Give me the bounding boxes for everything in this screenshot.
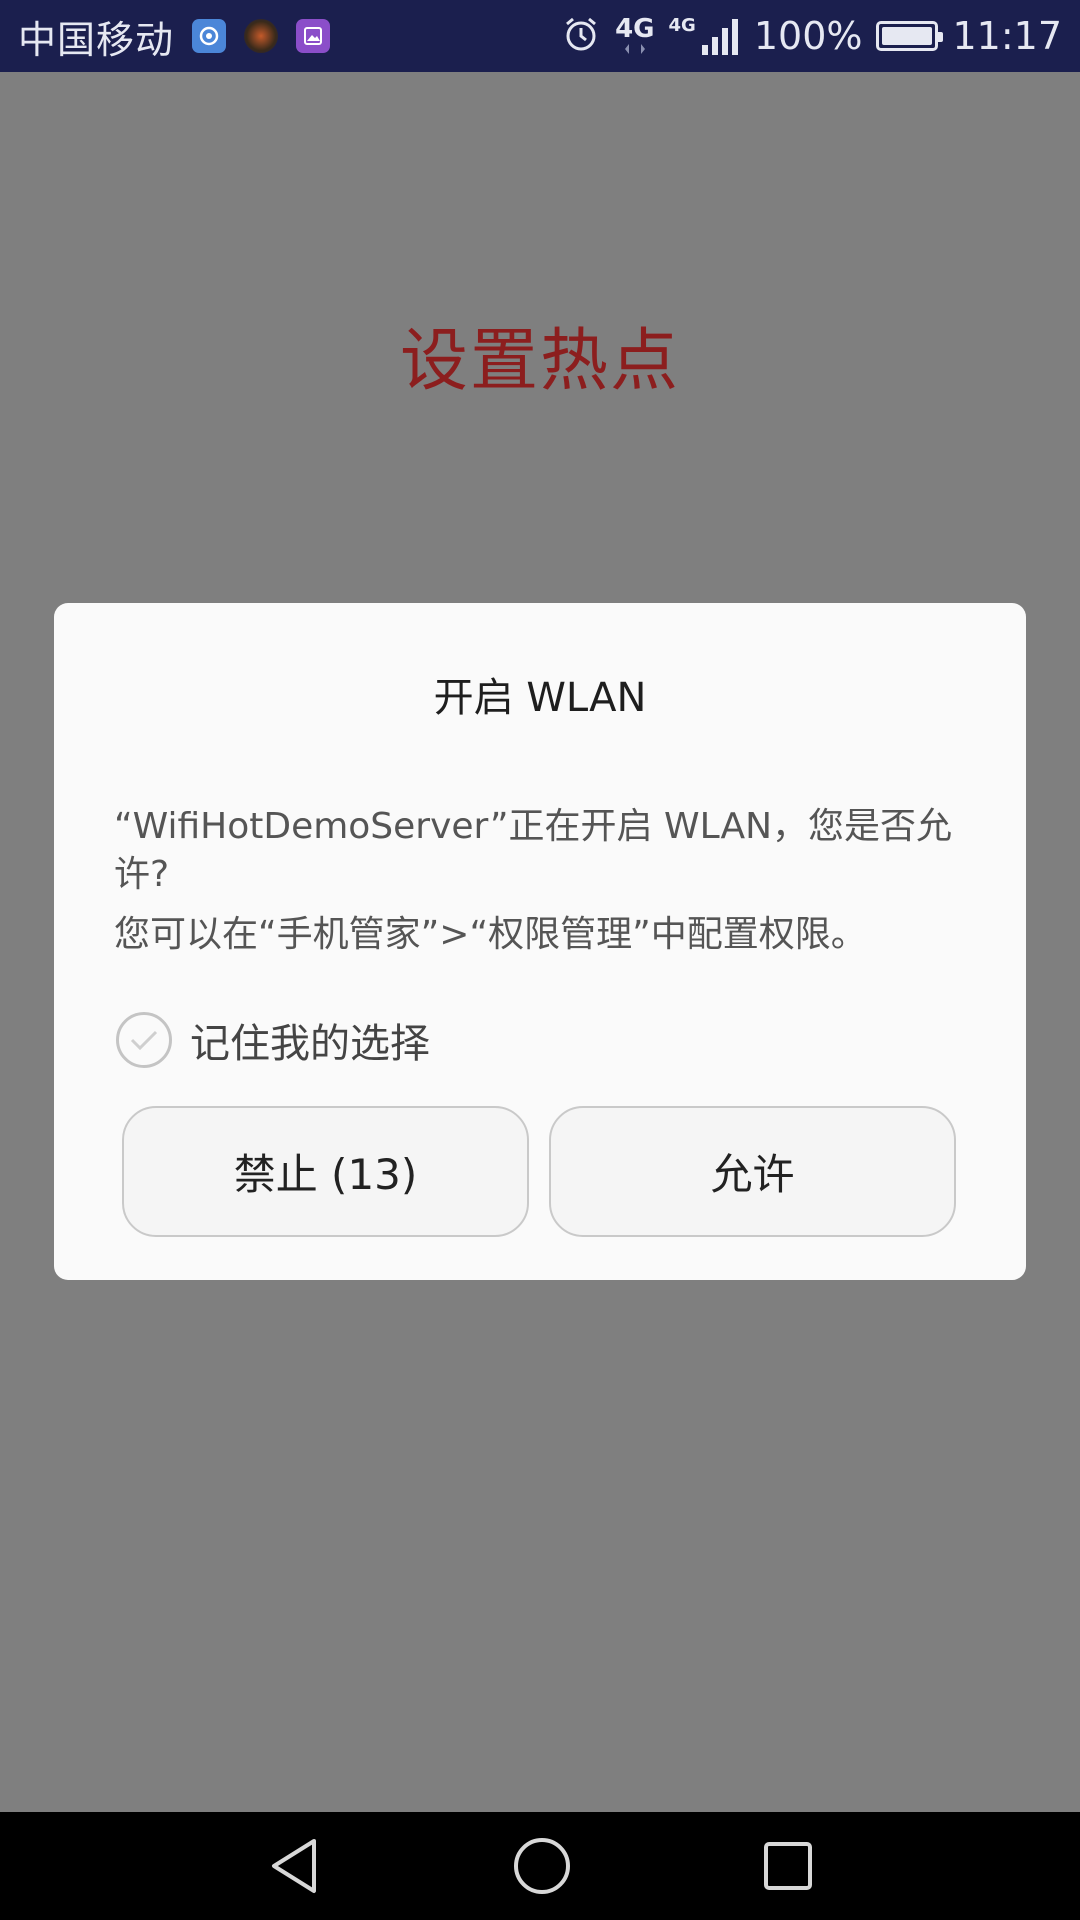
battery-icon: [876, 21, 944, 51]
remember-choice-label[interactable]: 记住我的选择: [190, 1011, 430, 1069]
signal-icon: 4G: [669, 17, 740, 55]
app-notification-icon: [192, 19, 227, 53]
dialog-hint: 您可以在“手机管家”>“权限管理”中配置权限。: [114, 914, 867, 955]
home-icon[interactable]: [512, 1836, 572, 1896]
battery-percent: 100%: [753, 14, 863, 58]
page-title: 设置热点: [399, 322, 680, 401]
status-right: 4G 4G 100% 11:17: [561, 14, 1062, 58]
checkbox-icon[interactable]: [116, 1012, 172, 1068]
dialog-title: 开启 WLAN: [433, 675, 647, 721]
dialog-message: “WifiHotDemoServer”正在开启 WLAN，您是否允许?: [114, 806, 953, 895]
status-bar: 中国移动 4G 4G 100% 11:17: [0, 0, 1080, 72]
recents-icon[interactable]: [762, 1840, 814, 1892]
back-icon[interactable]: [266, 1836, 322, 1896]
deny-button[interactable]: 禁止 (13): [122, 1106, 529, 1237]
allow-button[interactable]: 允许: [549, 1106, 956, 1237]
clock: 11:17: [952, 14, 1062, 58]
carrier-label: 中国移动: [18, 17, 175, 62]
notification-icons: [192, 19, 331, 53]
permission-dialog: 开启 WLAN “WifiHotDemoServer”正在开启 WLAN，您是否…: [54, 603, 1026, 1280]
gallery-notification-icon: [296, 19, 331, 53]
game-notification-icon: [244, 19, 279, 53]
data-transfer-icon: 4G: [615, 16, 655, 56]
remember-choice-checkbox[interactable]: 记住我的选择: [116, 1011, 430, 1069]
navigation-bar: [0, 1812, 1080, 1920]
alarm-icon: [561, 14, 601, 58]
